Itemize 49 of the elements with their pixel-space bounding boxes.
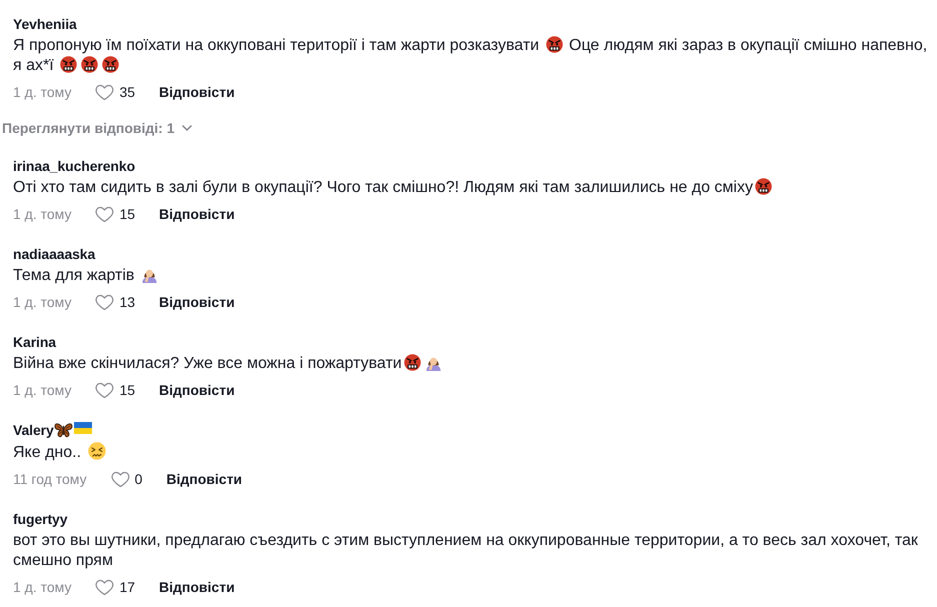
username: nadiaaaaska bbox=[13, 246, 96, 262]
username: Karina bbox=[13, 334, 56, 350]
heart-icon bbox=[110, 470, 130, 488]
reply-button[interactable]: Відповісти bbox=[159, 292, 235, 312]
like-button[interactable]: 35 bbox=[95, 82, 136, 102]
username: Yevheniia bbox=[13, 16, 77, 32]
butterfly-icon bbox=[54, 422, 73, 438]
view-replies-button[interactable]: Переглянути відповіді: 1 bbox=[2, 118, 192, 138]
like-button[interactable]: 15 bbox=[95, 204, 136, 224]
reply-button[interactable]: Відповісти bbox=[159, 204, 235, 224]
comment-time: 1 д. тому bbox=[13, 578, 72, 597]
comment-text: Тема для жартів bbox=[13, 267, 136, 284]
angry-face-icon bbox=[754, 178, 772, 195]
angry-face-icon bbox=[60, 56, 78, 73]
angry-face-icon bbox=[81, 56, 98, 73]
username: fugertyy bbox=[13, 511, 68, 527]
heart-icon bbox=[95, 84, 114, 100]
reply-button[interactable]: Відповісти bbox=[159, 380, 235, 400]
angry-face-icon bbox=[404, 354, 421, 371]
heart-icon bbox=[95, 206, 114, 222]
username: Valery bbox=[13, 422, 54, 438]
reply-button[interactable]: Відповісти bbox=[166, 469, 242, 489]
comment-time: 1 д. тому bbox=[13, 83, 72, 102]
like-button[interactable]: 13 bbox=[95, 292, 136, 312]
comment-time: 1 д. тому bbox=[13, 381, 72, 400]
heart-icon bbox=[95, 294, 114, 310]
comment-text: Війна вже скінчилася? Уже все можна і пожартувати bbox=[13, 355, 402, 372]
username: irinaa_kucherenko bbox=[13, 158, 136, 174]
comment-text: Оце людям які зараз в окупації смішно напевно, bbox=[568, 37, 928, 54]
comment-time: 1 д. тому bbox=[13, 293, 72, 312]
comment-time: 1 д. тому bbox=[13, 205, 72, 224]
chevron-down-icon bbox=[182, 125, 192, 131]
comment-text: я ах*ї bbox=[13, 57, 55, 74]
comment-text: Я пропоную їм поїхати на оккуповані території і там жарти розказувати bbox=[13, 37, 540, 54]
comment-text: вот это вы шутники, предлагаю съездить с этим выступлением на оккупированные территории, а то весь зал хохочет, так смешно прям bbox=[13, 532, 919, 569]
comment-time: 11 год тому bbox=[13, 470, 87, 489]
like-button[interactable]: 15 bbox=[95, 380, 136, 400]
angry-face-icon bbox=[546, 36, 563, 53]
heart-icon bbox=[95, 578, 114, 596]
like-button[interactable]: 17 bbox=[95, 577, 136, 597]
angry-face-icon bbox=[102, 56, 120, 73]
reply-button[interactable]: Відповісти bbox=[159, 577, 235, 597]
comment-text: Яке дно.. bbox=[13, 444, 82, 461]
heart-icon bbox=[95, 382, 114, 398]
comment-text: Оті хто там сидить в залі були в окупації? Чого так смішно?! Людям які там залишились не до сміху bbox=[13, 179, 753, 196]
confounded-face-icon bbox=[88, 442, 106, 460]
like-button[interactable]: 0 bbox=[110, 469, 142, 489]
reply-button[interactable]: Відповісти bbox=[159, 82, 235, 102]
flag-icon bbox=[74, 422, 92, 434]
